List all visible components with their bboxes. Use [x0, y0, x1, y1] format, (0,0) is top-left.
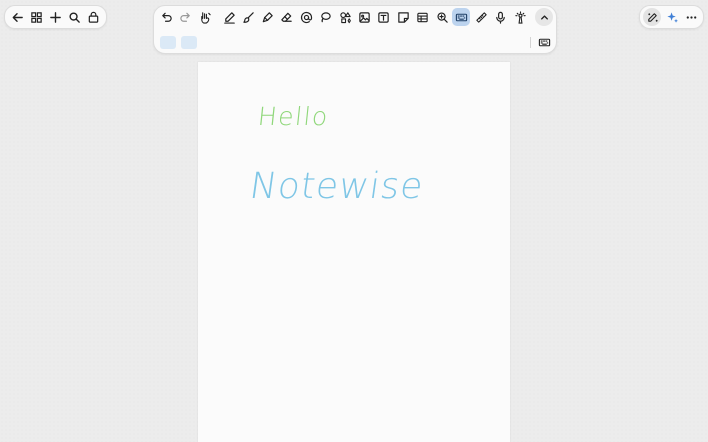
keyboard-icon[interactable] — [452, 8, 470, 26]
text-box-icon[interactable] — [374, 8, 392, 26]
highlighter-icon[interactable] — [258, 8, 276, 26]
redo-icon[interactable] — [176, 8, 194, 26]
at-sign-icon[interactable] — [297, 8, 315, 26]
microphone-icon[interactable] — [491, 8, 509, 26]
lock-icon[interactable] — [84, 8, 102, 26]
pen-presets-row — [154, 32, 556, 52]
sticky-note-icon[interactable] — [394, 8, 412, 26]
left-toolbar — [4, 5, 107, 29]
back-arrow-icon[interactable] — [8, 8, 26, 26]
more-icon[interactable] — [682, 8, 700, 26]
eraser-icon[interactable] — [277, 8, 295, 26]
right-toolbar — [639, 5, 704, 29]
hand-pen-icon[interactable] — [196, 8, 214, 26]
handwriting-hello: Hello — [256, 102, 331, 131]
ruler-icon[interactable] — [472, 8, 490, 26]
magic-pen-icon[interactable] — [643, 8, 661, 26]
handwriting-notewise: Notewise — [247, 166, 427, 207]
divider — [530, 37, 531, 48]
sparkle-icon[interactable] — [663, 8, 681, 26]
plus-icon[interactable] — [46, 8, 64, 26]
lasso-icon[interactable] — [316, 8, 334, 26]
grid-icon[interactable] — [27, 8, 45, 26]
zoom-in-icon[interactable] — [433, 8, 451, 26]
undo-icon[interactable] — [157, 8, 175, 26]
keyboard-icon[interactable] — [535, 33, 553, 51]
shapes-icon[interactable] — [336, 8, 354, 26]
brush-icon[interactable] — [239, 8, 257, 26]
chevron-up-icon[interactable] — [535, 8, 553, 26]
pen-preset-chip[interactable] — [160, 36, 176, 49]
pen-icon[interactable] — [220, 8, 238, 26]
laser-pointer-icon[interactable] — [511, 8, 529, 26]
note-page[interactable]: Hello Notewise — [198, 62, 510, 442]
pen-preset-chip[interactable] — [181, 36, 197, 49]
main-toolbar — [153, 5, 557, 54]
table-icon[interactable] — [413, 8, 431, 26]
image-icon[interactable] — [355, 8, 373, 26]
search-icon[interactable] — [65, 8, 83, 26]
